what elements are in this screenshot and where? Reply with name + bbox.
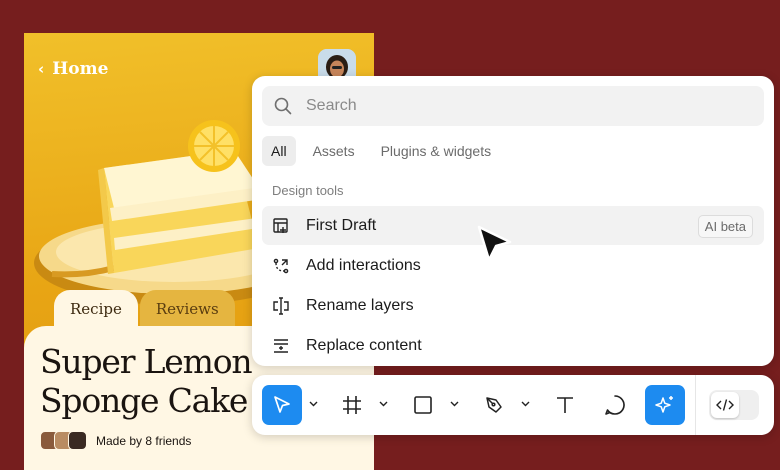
frame-tool-chevron[interactable] [376, 397, 390, 411]
quick-actions-panel: All Assets Plugins & widgets Design tool… [252, 76, 774, 366]
mouse-cursor-icon [477, 225, 512, 262]
interactions-icon [273, 258, 289, 273]
section-label-design-tools: Design tools [272, 183, 344, 198]
pen-tool-chevron[interactable] [518, 397, 532, 411]
text-t-icon [557, 397, 573, 413]
tab-assets[interactable]: Assets [304, 136, 364, 166]
rename-icon [273, 296, 289, 315]
ai-beta-badge: AI beta [697, 215, 753, 238]
chevron-down-icon [450, 401, 458, 407]
chevron-left-icon: ‹ [38, 60, 45, 78]
ai-tool[interactable] [645, 385, 685, 425]
command-label: Rename layers [306, 296, 414, 314]
tab-all[interactable]: All [262, 136, 296, 166]
cake-photo [34, 120, 274, 305]
friends-text: Made by 8 friends [96, 433, 192, 448]
frame-hash-icon [343, 396, 361, 414]
pen-nib-icon [486, 397, 502, 413]
move-tool-chevron[interactable] [306, 397, 320, 411]
friend-avatar [68, 431, 87, 450]
search-input[interactable] [306, 97, 726, 115]
tab-plugins-widgets[interactable]: Plugins & widgets [372, 136, 501, 166]
comment-bubble-icon [605, 395, 625, 415]
first-draft-icon [273, 217, 288, 233]
toolbar-divider [695, 375, 696, 435]
cursor-arrow-icon [274, 396, 290, 413]
bottom-toolbar [252, 375, 774, 435]
search-box[interactable] [262, 86, 764, 126]
comment-tool[interactable] [595, 385, 635, 425]
command-label: First Draft [306, 216, 377, 234]
shape-tool-chevron[interactable] [447, 397, 461, 411]
text-tool[interactable] [545, 385, 585, 425]
sparkle-icon [655, 396, 673, 413]
dev-mode-knob [711, 392, 739, 418]
filter-tabs: All Assets Plugins & widgets [262, 136, 500, 166]
search-icon [274, 97, 292, 115]
chevron-down-icon [521, 401, 529, 407]
command-label: Add interactions [306, 256, 421, 274]
command-rename-layers[interactable]: Rename layers [262, 286, 764, 325]
shape-tool[interactable] [403, 385, 443, 425]
frame-tool[interactable] [332, 385, 372, 425]
replace-content-icon [274, 338, 288, 353]
code-brackets-icon [716, 399, 734, 411]
back-home-link[interactable]: ‹ Home [38, 59, 108, 79]
friend-avatars [40, 431, 87, 450]
recipe-title: Super Lemon Sponge Cake [40, 342, 253, 420]
move-tool[interactable] [262, 385, 302, 425]
pen-tool[interactable] [474, 385, 514, 425]
back-home-label: Home [52, 59, 109, 79]
dev-mode-toggle[interactable] [709, 390, 759, 420]
chevron-down-icon [379, 401, 387, 407]
command-replace-content[interactable]: Replace content [262, 326, 764, 365]
command-label: Replace content [306, 336, 422, 354]
rectangle-icon [414, 396, 432, 414]
friends-row: Made by 8 friends [40, 431, 191, 450]
chevron-down-icon [309, 401, 317, 407]
